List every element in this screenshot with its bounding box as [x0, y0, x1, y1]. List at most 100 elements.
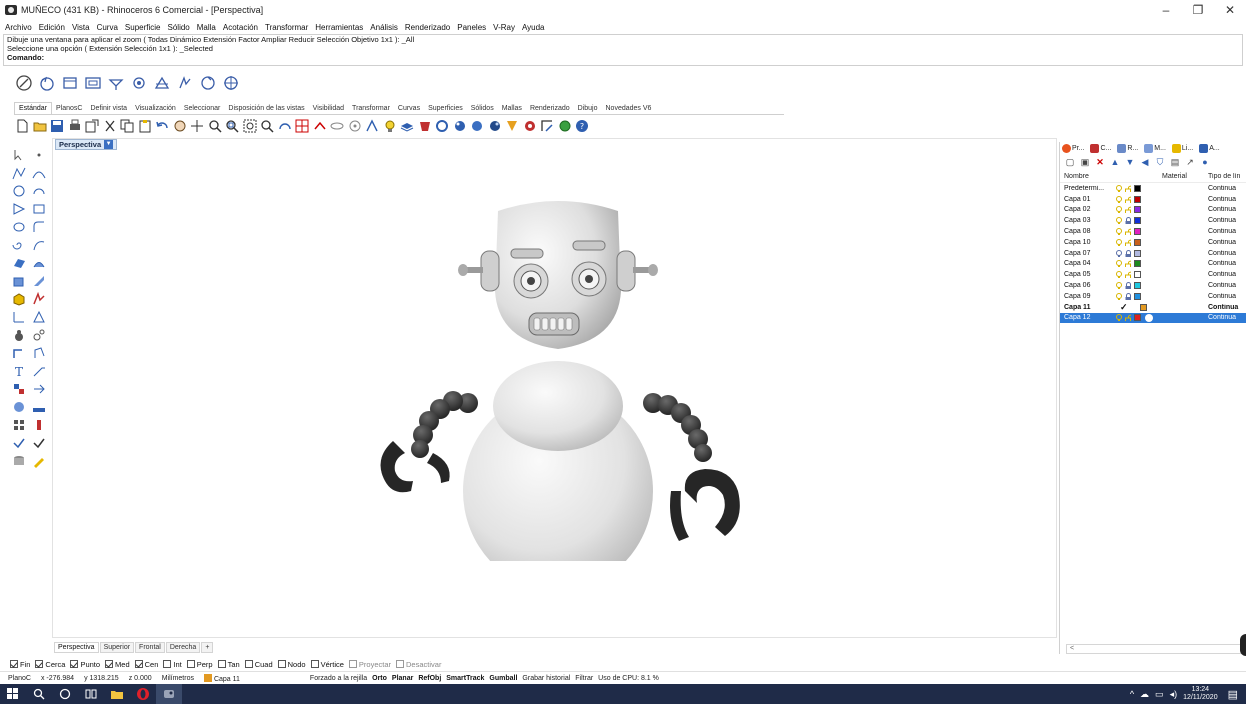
layer-row[interactable]: Capa 07 Continua: [1060, 248, 1246, 259]
tab-planosc[interactable]: PlanosC: [52, 103, 86, 114]
tab-render[interactable]: R...: [1117, 144, 1138, 153]
tab-disposicion-vistas[interactable]: Disposición de las vistas: [224, 103, 308, 114]
dimension-icon[interactable]: [10, 344, 28, 362]
window-icon[interactable]: [60, 73, 80, 93]
osnap-icon[interactable]: [364, 118, 380, 134]
arc-icon[interactable]: [30, 182, 48, 200]
lightbulb-icon[interactable]: [1116, 292, 1122, 300]
checkbox[interactable]: [348, 660, 357, 668]
move-down-icon[interactable]: ▼: [1124, 156, 1136, 168]
layer-color-swatch[interactable]: [1134, 282, 1141, 290]
layer-row[interactable]: Capa 08 Continua: [1060, 226, 1246, 237]
tab-derecha[interactable]: Derecha: [165, 641, 201, 653]
layer-name[interactable]: Capa 10: [1060, 239, 1108, 246]
checkbox[interactable]: [35, 660, 44, 668]
lightbulb-icon[interactable]: [1116, 282, 1122, 290]
text-icon[interactable]: T: [10, 362, 28, 380]
osnap-cen[interactable]: Cen: [134, 660, 158, 669]
layer-linetype[interactable]: Continua: [1208, 228, 1246, 235]
curve-icon[interactable]: [30, 164, 48, 182]
command-prompt[interactable]: Comando:: [7, 53, 1239, 62]
tab-estandar[interactable]: Estándar: [14, 102, 53, 114]
layer-row[interactable]: Capa 12 Continua: [1060, 312, 1246, 324]
panel-horizontal-scrollbar[interactable]: <: [1066, 644, 1244, 654]
tab-perspectiva[interactable]: Perspectiva: [54, 641, 99, 653]
layer-name[interactable]: Capa 09: [1060, 293, 1108, 300]
new-layer-icon[interactable]: ▢: [1064, 156, 1076, 168]
checkbox[interactable]: [186, 660, 195, 668]
cplane-icon[interactable]: [106, 73, 126, 93]
menu-solido[interactable]: Sólido: [168, 23, 190, 32]
tab-seleccionar[interactable]: Seleccionar: [180, 103, 225, 114]
lightbulb-icon[interactable]: [1116, 271, 1122, 279]
render-tool-icon[interactable]: [10, 326, 28, 344]
globe-icon[interactable]: [557, 118, 573, 134]
layer-icon[interactable]: [399, 118, 415, 134]
osnap-int[interactable]: Int: [163, 660, 182, 669]
osnap-cuad[interactable]: Cuad: [244, 660, 273, 669]
target-icon[interactable]: [221, 73, 241, 93]
tray-chevron-icon[interactable]: ^: [1130, 689, 1134, 699]
layer-name[interactable]: Capa 05: [1060, 271, 1108, 278]
checkbox[interactable]: [277, 660, 286, 668]
cut-icon[interactable]: [102, 118, 118, 134]
layer-linetype[interactable]: Continua: [1208, 271, 1246, 278]
lightbulb-icon[interactable]: [1116, 195, 1122, 203]
polyline-icon[interactable]: [10, 164, 28, 182]
status-record-history[interactable]: Grabar historial: [522, 675, 570, 682]
zoom-extents-icon[interactable]: [242, 118, 258, 134]
light-icon[interactable]: [30, 326, 48, 344]
check-objects-icon[interactable]: [30, 434, 48, 452]
layer-row[interactable]: Capa 10 Continua: [1060, 237, 1246, 248]
lightbulb-icon[interactable]: [1116, 314, 1122, 322]
menu-archivo[interactable]: Archivo: [5, 23, 32, 32]
lightbulb-icon[interactable]: [1116, 184, 1122, 192]
rendered-sphere-icon[interactable]: [487, 118, 503, 134]
rectangle-icon[interactable]: [30, 200, 48, 218]
shaded-sphere-icon[interactable]: [469, 118, 485, 134]
checkbox[interactable]: [70, 660, 79, 668]
viewport-perspective[interactable]: Perspectiva ▼: [52, 138, 1057, 638]
osnap-nodo[interactable]: Nodo: [277, 660, 306, 669]
osnap-med[interactable]: Med: [105, 660, 130, 669]
status-cplane[interactable]: PlanoC: [8, 675, 31, 682]
save-icon[interactable]: [49, 118, 65, 134]
block-icon[interactable]: [30, 398, 48, 416]
onedrive-icon[interactable]: ☁: [1140, 689, 1149, 700]
gear-options-icon[interactable]: [504, 118, 520, 134]
osnap-tan[interactable]: Tan: [217, 660, 240, 669]
osnap-punto[interactable]: Punto: [70, 660, 100, 669]
hide-icon[interactable]: [329, 118, 345, 134]
side-handle[interactable]: [1240, 634, 1246, 656]
column-material[interactable]: Material: [1162, 173, 1208, 180]
check-icon[interactable]: [10, 434, 28, 452]
layer-color-swatch[interactable]: [1134, 206, 1141, 214]
undo-view-icon[interactable]: [37, 73, 57, 93]
boolean-icon[interactable]: [30, 290, 48, 308]
menu-paneles[interactable]: Paneles: [457, 23, 486, 32]
status-planar[interactable]: Planar: [392, 675, 413, 682]
lock-icon[interactable]: [1125, 292, 1131, 300]
layer-linetype[interactable]: Continua: [1208, 250, 1246, 257]
tab-superficies[interactable]: Superficies: [424, 103, 467, 114]
tab-curvas[interactable]: Curvas: [394, 103, 424, 114]
menu-vista[interactable]: Vista: [72, 23, 90, 32]
transform-icon[interactable]: [10, 380, 28, 398]
layer-color-swatch[interactable]: [1139, 303, 1147, 311]
draft-icon[interactable]: [30, 416, 48, 434]
menu-herramientas[interactable]: Herramientas: [315, 23, 363, 32]
lightbulb-icon[interactable]: [1116, 249, 1122, 257]
checkbox[interactable]: [134, 660, 143, 668]
layer-row[interactable]: Capa 02 Continua: [1060, 205, 1246, 216]
tab-solidos[interactable]: Sólidos: [467, 103, 498, 114]
layer-name[interactable]: Capa 06: [1060, 282, 1108, 289]
material-dot-icon[interactable]: [1145, 313, 1153, 322]
offset-icon[interactable]: [30, 236, 48, 254]
spiral-icon[interactable]: [10, 236, 28, 254]
tab-transformar[interactable]: Transformar: [348, 103, 394, 114]
zoom-icon[interactable]: [207, 118, 223, 134]
zoom-selected-icon[interactable]: [259, 118, 275, 134]
unlock-icon[interactable]: [1125, 185, 1131, 192]
status-units[interactable]: Milímetros: [162, 675, 194, 682]
cylinder-icon[interactable]: [10, 452, 28, 470]
